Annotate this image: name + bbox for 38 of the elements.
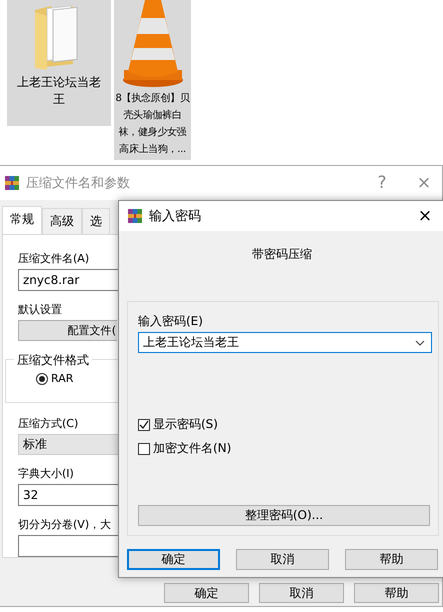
desktop-icon[interactable]: 上老王论坛当老 王 [7, 0, 111, 126]
dialog-button[interactable]: 确定 [164, 583, 249, 603]
field-label: 输入密码(E) [138, 314, 203, 328]
dialog-button[interactable]: 帮助 [345, 549, 438, 570]
icon-label: 8【执念原创】贝 [116, 92, 190, 106]
option-checkbox[interactable]: 显示密码(S) [138, 416, 438, 433]
icon-label: 高床上当狗，... [119, 142, 186, 157]
icon-label: 袜，健身少女强 [118, 126, 186, 140]
tab[interactable]: 高级 [42, 208, 82, 234]
field-label: 字典大小(I) [18, 467, 74, 481]
field-label: 压缩方式(C) [18, 417, 78, 431]
icon-label: 上老王论坛当老 [17, 74, 101, 91]
desktop-icon[interactable]: 8【执念原创】贝 壳头瑜伽裤白 袜，健身少女强 高床上当狗，... [114, 0, 191, 160]
close-button[interactable]: × [407, 206, 443, 226]
stacked-books-icon [127, 208, 143, 224]
dialog-button[interactable]: 帮助 [354, 583, 439, 603]
checkmark-icon [139, 420, 149, 430]
chevron-down-icon[interactable] [415, 340, 425, 346]
icon-label: 王 [53, 91, 65, 108]
field-label: 默认设置 [18, 303, 62, 317]
icon-label: 壳头瑜伽裤白 [123, 108, 182, 123]
window-title: 输入密码 [149, 208, 202, 225]
stacked-books-icon [4, 175, 20, 191]
field-label: 切分为分卷(V)，大 [18, 518, 112, 532]
password-field[interactable]: 上老王论坛当老王 [138, 332, 432, 353]
dialog-button[interactable]: 取消 [259, 583, 344, 603]
tab[interactable]: 选 [82, 208, 110, 234]
dialog-heading: 带密码压缩 [252, 246, 313, 263]
dialog-button[interactable]: 确定 [127, 549, 220, 570]
tab[interactable]: 常规 [2, 206, 42, 234]
field-label: 压缩文件名(A) [18, 252, 90, 266]
format-radio[interactable]: RAR [36, 372, 74, 385]
group-label: 压缩文件格式 [14, 352, 92, 369]
window-title: 压缩文件名和参数 [26, 175, 131, 192]
option-checkbox[interactable]: 加密文件名(N) [138, 440, 438, 457]
profiles-button[interactable]: 配置文件( [18, 320, 117, 341]
organize-passwords-button[interactable]: 整理密码(O)... [138, 505, 430, 526]
dialog-button[interactable]: 取消 [236, 549, 329, 570]
